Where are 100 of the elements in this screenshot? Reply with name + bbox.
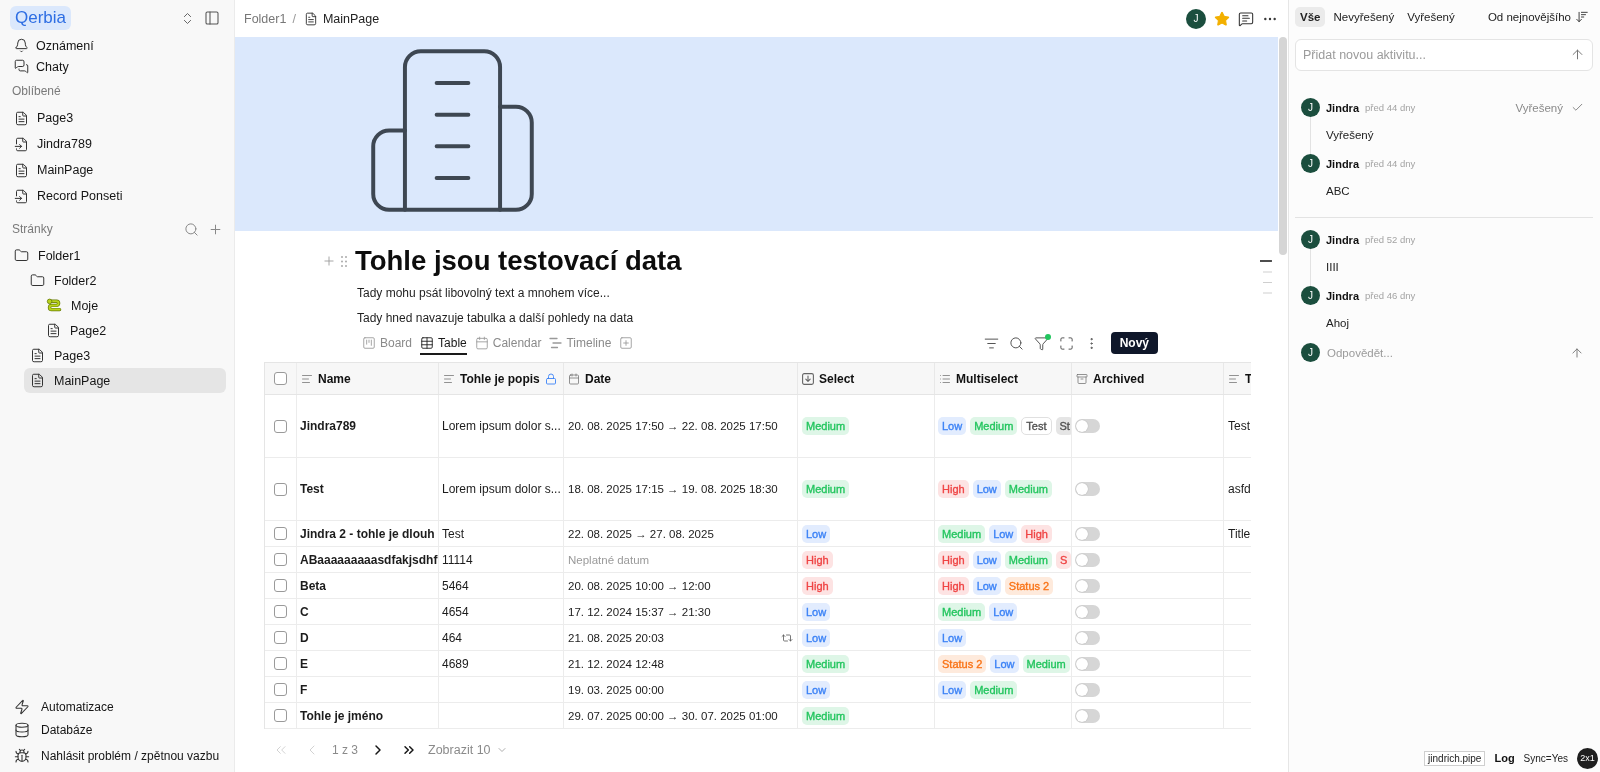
option-tag[interactable]: Low	[802, 628, 831, 647]
option-tag[interactable]: Medium	[970, 417, 1018, 435]
sidebar-item[interactable]: Record Ponseti	[8, 183, 226, 209]
new-button[interactable]: Nový	[1110, 332, 1158, 354]
row-checkbox[interactable]	[274, 657, 287, 670]
row-checkbox[interactable]	[274, 605, 287, 618]
column-header[interactable]: Name	[297, 363, 439, 394]
sidebar-item[interactable]: Nahlásit problém / zpětnou vazbu	[8, 744, 226, 767]
row-checkbox[interactable]	[274, 482, 287, 496]
option-tag[interactable]: Status 2	[938, 654, 987, 673]
plus-icon[interactable]	[208, 221, 223, 237]
row-checkbox[interactable]	[274, 631, 287, 644]
breadcrumb-link[interactable]: MainPage	[303, 11, 380, 26]
option-tag[interactable]: Low	[938, 417, 967, 435]
drag-handle-icon[interactable]	[341, 255, 347, 267]
sidebar-item[interactable]: Databáze	[8, 718, 226, 741]
row-checkbox[interactable]	[274, 553, 287, 566]
sidebar-item[interactable]: Automatizace	[8, 695, 226, 718]
sidebar-item[interactable]: Chaty	[8, 56, 226, 77]
option-tag[interactable]: Medium	[802, 480, 850, 498]
option-tag[interactable]: Low	[972, 576, 1001, 595]
sidebar-item[interactable]: Page3	[8, 105, 226, 131]
sort-button[interactable]: Od nejnovějšího	[1487, 10, 1593, 24]
column-header[interactable]: Multiselect	[935, 363, 1072, 394]
plus-square-icon[interactable]	[619, 336, 634, 350]
option-tag[interactable]: Low	[990, 654, 1019, 673]
filter-tab[interactable]: Vše	[1295, 7, 1326, 27]
tree-item[interactable]: MainPage	[24, 368, 226, 393]
plus-icon[interactable]	[322, 254, 336, 268]
option-tag[interactable]: Test	[1021, 417, 1052, 435]
option-tag[interactable]: High	[938, 550, 969, 569]
filter-tab[interactable]: Vyřešený	[1402, 7, 1460, 27]
archived-toggle[interactable]	[1075, 656, 1100, 671]
option-tag[interactable]: Medium	[938, 602, 986, 621]
archived-toggle[interactable]	[1075, 419, 1100, 433]
log-link[interactable]: Log	[1494, 752, 1515, 764]
archived-toggle[interactable]	[1075, 526, 1100, 541]
tree-item[interactable]: Page2	[40, 318, 226, 343]
view-tab[interactable]: Table	[420, 331, 467, 355]
row-checkbox[interactable]	[274, 579, 287, 592]
option-tag[interactable]: Medium	[1004, 480, 1052, 498]
option-tag[interactable]: High	[938, 480, 969, 498]
reply-input[interactable]: Odpovědět...	[1327, 346, 1563, 359]
select-all-checkbox[interactable]	[274, 372, 287, 385]
breadcrumb-link[interactable]: Folder1	[244, 11, 287, 26]
row-checkbox[interactable]	[274, 419, 287, 433]
row-checkbox[interactable]	[274, 683, 287, 696]
scrollbar-thumb[interactable]	[1279, 37, 1287, 255]
option-tag[interactable]: Low	[802, 680, 831, 699]
search-icon[interactable]	[184, 221, 199, 237]
option-tag[interactable]: Low	[802, 524, 831, 543]
archived-toggle[interactable]	[1075, 682, 1100, 697]
option-tag[interactable]: Low	[989, 602, 1018, 621]
activity-input[interactable]: Přidat novou aktivitu...	[1295, 39, 1593, 71]
tree-item[interactable]: Moje	[40, 293, 226, 318]
option-tag[interactable]: High	[802, 576, 833, 595]
option-tag[interactable]: High	[1021, 524, 1052, 543]
view-tab[interactable]: Board	[362, 331, 413, 355]
row-checkbox[interactable]	[274, 709, 287, 722]
archived-toggle[interactable]	[1075, 604, 1100, 619]
archived-toggle[interactable]	[1075, 708, 1100, 723]
option-tag[interactable]: Medium	[802, 706, 850, 725]
filter-tab[interactable]: Nevyřešený	[1328, 7, 1400, 27]
option-tag[interactable]: St	[1055, 417, 1071, 435]
option-tag[interactable]: Low	[972, 550, 1001, 569]
option-tag[interactable]: Medium	[802, 417, 850, 435]
archived-toggle[interactable]	[1075, 552, 1100, 567]
filter-icon[interactable]	[1033, 335, 1049, 351]
option-tag[interactable]: Low	[802, 602, 831, 621]
column-header[interactable]: Archived	[1072, 363, 1224, 394]
sort-icon[interactable]	[983, 335, 999, 351]
option-tag[interactable]: Medium	[1004, 550, 1052, 569]
star-icon[interactable]	[1214, 10, 1230, 27]
expand-icon[interactable]	[1058, 335, 1074, 351]
tree-item[interactable]: Folder2	[24, 268, 226, 293]
app-logo[interactable]: Qerbia	[10, 6, 72, 30]
comment-icon[interactable]	[1238, 10, 1254, 27]
archived-toggle[interactable]	[1075, 482, 1100, 496]
sidebar-toggle-icon[interactable]	[204, 10, 220, 26]
archived-toggle[interactable]	[1075, 630, 1100, 645]
archived-toggle[interactable]	[1075, 578, 1100, 593]
option-tag[interactable]: Medium	[1022, 654, 1070, 673]
option-tag[interactable]: High	[802, 550, 833, 569]
user-avatar[interactable]: J	[1186, 8, 1206, 29]
resolved-button[interactable]: Vyřešený	[1515, 101, 1584, 114]
column-header[interactable]: Date	[564, 363, 798, 394]
search-icon[interactable]	[1008, 335, 1024, 351]
view-tab[interactable]: Timeline	[549, 331, 612, 355]
sidebar-item[interactable]: MainPage	[8, 157, 226, 183]
toc-lines-icon[interactable]	[1260, 260, 1272, 294]
sidebar-item[interactable]: Jindra789	[8, 131, 226, 157]
option-tag[interactable]: Low	[972, 480, 1001, 498]
option-tag[interactable]: Medium	[938, 524, 986, 543]
row-checkbox[interactable]	[274, 527, 287, 540]
option-tag[interactable]: Status 2	[1004, 576, 1054, 595]
tree-item[interactable]: Folder1	[8, 243, 226, 268]
option-tag[interactable]: Low	[989, 524, 1018, 543]
option-tag[interactable]: High	[938, 576, 969, 595]
column-header[interactable]: Tohle je popis	[439, 363, 564, 394]
view-tab[interactable]: Calendar	[474, 331, 542, 355]
